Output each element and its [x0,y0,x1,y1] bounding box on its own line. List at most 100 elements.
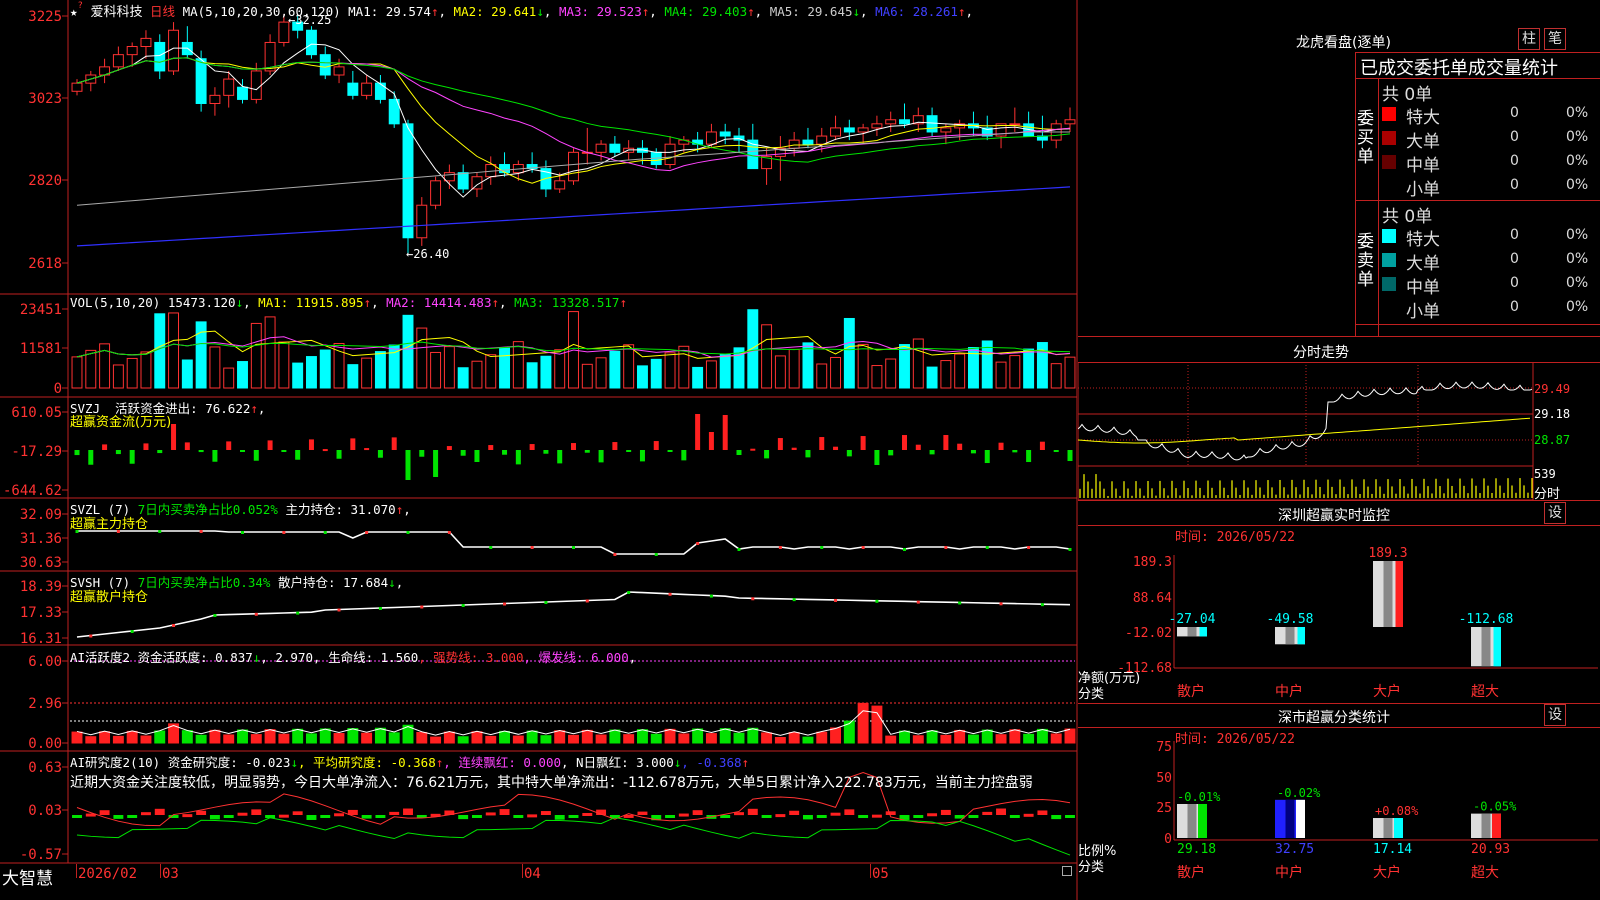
sz-class-change-label: -0.01% [1177,790,1221,804]
sz-class-bar [1177,803,1207,838]
bar-mode-button[interactable]: 柱 [1518,28,1540,50]
sz-class-bar-edge [1198,803,1207,838]
sell-side-label: 委卖单 [1357,232,1374,290]
sell-row-count: 0 [1510,275,1519,291]
volume-bar [416,327,428,389]
main-force-dot [530,546,534,549]
research-bar [582,812,593,816]
sz-monitor-tick: 189.3 [1133,555,1172,570]
fund-flow-bar [88,450,94,465]
activity-bar [926,730,938,744]
intraday-chart[interactable] [1078,362,1600,500]
fund-flow-bar [915,444,921,450]
retail-dot [999,602,1003,606]
fund-flow-bar [736,450,742,455]
activity-bar [154,730,166,744]
research-bar [237,812,248,816]
sz-monitor-bar-shade [1285,627,1295,645]
y-tick-label: 18.39 [20,579,62,595]
research-bar [665,815,676,818]
activity-bar [802,736,814,744]
fund-flow-bar [115,450,121,455]
sz-monitor-bar [1177,627,1207,637]
sz-monitor-tick: -12.02 [1125,626,1172,641]
ma-values: MA1: 29.574↑, MA2: 29.641↓, MA3: 29.523↑… [348,4,973,19]
sz-class-change-label: -0.05% [1473,800,1517,814]
tick-mode-button[interactable]: 笔 [1544,28,1566,50]
y-tick-label: 6.00 [28,654,62,670]
fund-flow-bar [902,435,907,450]
ma-arrow-5: ↓ [852,4,861,19]
research-bar [196,810,207,815]
research-bar [182,814,193,818]
candle-body [1009,123,1021,126]
volume-bar [678,345,690,389]
volume-bar [430,351,442,389]
activity-bar [333,733,345,744]
sz-class-settings-button[interactable]: 设 [1544,704,1566,726]
fund-flow-bar [446,446,452,450]
main-force-line [77,530,1071,555]
volume-bar [181,359,193,389]
retail-dot [1040,603,1044,607]
fund-flow-bar [1012,450,1018,453]
buy-row-name: 特大 [1406,108,1440,128]
fund-flow-bar [543,450,549,454]
research-bar [389,811,400,815]
sz-monitor-bar [1275,627,1305,645]
research-bar [927,813,938,817]
sz-class-bar-edge [1394,818,1403,838]
sz-monitor-settings-button[interactable]: 设 [1544,502,1566,524]
y-tick-label: 0.00 [28,736,62,752]
volume-bar [816,363,828,389]
fund-flow-bar [405,450,411,480]
activity-bar [664,728,676,744]
volume-bar [747,309,759,389]
main-force-dot [199,530,203,533]
y-tick-label: 2618 [28,256,62,272]
activity-bar [967,734,979,744]
sz-class-tick: 25 [1156,801,1172,816]
buy-row-name: 小单 [1406,180,1440,200]
activity-bar [209,729,221,744]
research-bar [775,814,786,818]
activity-bar [278,733,290,744]
sell-row-swatch [1382,301,1396,315]
lhb-subtitle: 已成交委托单成交量统计 [1360,58,1558,79]
svzl-sub: 超赢主力持仓 [70,517,149,532]
research-bar [72,815,82,818]
buy-row-name: 中单 [1406,156,1440,176]
fund-flow-bar [998,442,1004,450]
sz-monitor-bar-edge [1199,627,1207,637]
intraday-tick-2: 28.87 [1534,433,1571,447]
fund-flow-bar [281,450,287,452]
research-bar [499,809,510,815]
fund-flow-bar [653,441,659,450]
activity-bar [940,734,952,744]
activity-bar [581,729,593,744]
buy-row-pct: 0% [1566,153,1589,169]
activity-bar [636,729,648,744]
sell-row-name: 中单 [1406,278,1440,298]
retail-dot [875,599,879,603]
fund-flow-bar [846,450,852,457]
research-bar [996,808,1007,815]
brand-logo[interactable]: 大智慧 [2,864,53,889]
sz-class-category-label: 散户 [1177,864,1205,881]
sell-row-swatch [1382,229,1396,243]
volume-bar [830,356,842,389]
volume-bar [650,358,662,389]
fund-flow-bar [943,435,949,450]
candle-body [609,143,621,153]
candle-body [347,82,359,96]
star-icon[interactable]: ★ [70,4,78,19]
lock-icon[interactable] [1062,866,1072,876]
activity-bar [195,734,207,744]
volume-bar [250,322,262,389]
main-force-dot [489,546,493,549]
activity-bar [774,736,786,744]
period-label[interactable]: 日线 [150,4,175,19]
activity-bar [830,727,842,744]
fund-flow-bar [1026,450,1032,463]
buy-row-count: 0 [1510,153,1519,169]
